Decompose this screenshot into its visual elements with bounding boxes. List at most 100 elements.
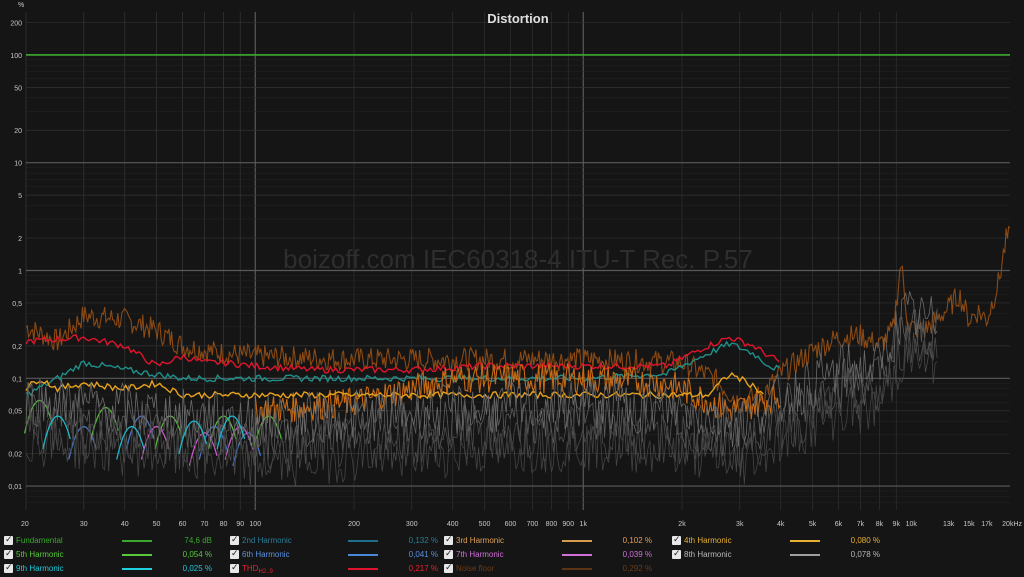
y-tick-label: 0,5 [12, 301, 22, 308]
legend-swatch [122, 568, 152, 570]
x-tick-label: 3k [736, 521, 744, 528]
x-tick-label: 100 [249, 521, 261, 528]
legend-label: 7th Harmonic [456, 550, 504, 559]
legend-checkbox[interactable] [444, 561, 453, 574]
legend-value: 0,039 % [622, 550, 652, 559]
x-tick-label: 80 [220, 521, 228, 528]
legend-swatch [562, 568, 592, 570]
legend-value: 0,041 % [408, 550, 438, 559]
legend-value: 0,292 % [622, 564, 652, 573]
legend-swatch [348, 568, 378, 570]
legend-label: 6th Harmonic [242, 550, 290, 559]
x-tick-label: 500 [479, 521, 491, 528]
legend-swatch [790, 540, 820, 542]
legend-swatch [790, 554, 820, 556]
legend-item-6th-harmonic[interactable]: 6th Harmonic 0,041 % [230, 547, 450, 561]
legend-label: 9th Harmonic [16, 564, 64, 573]
x-tick-label: 5k [809, 521, 817, 528]
y-tick-label: 50 [14, 85, 22, 92]
legend-checkbox[interactable] [444, 533, 453, 546]
y-tick-label: 100 [10, 53, 22, 60]
x-tick-label: 7k [857, 521, 865, 528]
legend-checkbox[interactable] [4, 547, 13, 560]
y-tick-label: 10 [14, 161, 22, 168]
legend-checkbox[interactable] [4, 533, 13, 546]
y-tick-label: 200 [10, 20, 22, 27]
y-tick-label: 0,05 [8, 409, 22, 416]
legend-value: 0,132 % [408, 536, 438, 545]
legend-item-9th-harmonic[interactable]: 9th Harmonic 0,025 % [4, 561, 224, 575]
x-tick-label: 17k [981, 521, 993, 528]
x-tick-label: 6k [835, 521, 843, 528]
legend-item-noise-floor[interactable]: Noise floor 0,292 % [444, 561, 664, 575]
x-tick-label: 9k [893, 521, 901, 528]
legend-value: 0,080 % [850, 536, 880, 545]
chart-title: Distortion [487, 11, 548, 26]
x-tick-label: 8k [876, 521, 884, 528]
legend-item-4th-harmonic[interactable]: 4th Harmonic 0,080 % [672, 533, 892, 547]
y-tick-label: 0,02 [8, 452, 22, 459]
legend-label: 8th Harmonic [684, 550, 732, 559]
legend-label-subscript: H2..9 [258, 569, 273, 575]
x-tick-label: 700 [527, 521, 539, 528]
legend-value: 0,078 % [850, 550, 880, 559]
legend-label: 2nd Harmonic [242, 536, 292, 545]
legend-swatch [348, 540, 378, 542]
y-tick-label: 0,2 [12, 344, 22, 351]
x-tick-label: 1k [580, 521, 588, 528]
y-tick-label: 20 [14, 128, 22, 135]
y-tick-label: 0,01 [8, 484, 22, 491]
legend-label: 4th Harmonic [684, 536, 732, 545]
legend-swatch [562, 540, 592, 542]
y-tick-label: 0,1 [12, 376, 22, 383]
legend-value: 74,6 dB [184, 536, 212, 545]
legend-checkbox[interactable] [672, 547, 681, 560]
x-tick-label: 300 [406, 521, 418, 528]
x-tick-label: 900 [562, 521, 574, 528]
x-tick-label: 40 [121, 521, 129, 528]
legend-checkbox[interactable] [672, 533, 681, 546]
legend-value: 0,054 % [182, 550, 212, 559]
legend-checkbox[interactable] [4, 561, 13, 574]
legend-value: 0,217 % [408, 564, 438, 573]
legend-value: 0,025 % [182, 564, 212, 573]
x-tick-label: 70 [201, 521, 209, 528]
watermark: boizoff.com IEC60318-4 ITU-T Rec. P.57 [283, 244, 753, 274]
legend-item-8th-harmonic[interactable]: 8th Harmonic 0,078 % [672, 547, 892, 561]
x-tick-label: 15k [963, 521, 975, 528]
x-tick-label: 60 [179, 521, 187, 528]
distortion-chart: 200 100 50 20 10 5 2 1 0,5 0,2 0,1 0,05 0,02 0,01 20 3… [0, 0, 1024, 577]
legend-item-2nd-harmonic[interactable]: 2nd Harmonic 0,132 % [230, 533, 450, 547]
x-tick-label: 2k [678, 521, 686, 528]
legend-checkbox[interactable] [230, 561, 239, 574]
x-tick-label: 800 [546, 521, 558, 528]
y-tick-label: 5 [18, 193, 22, 200]
x-tick-label: 400 [447, 521, 459, 528]
legend-swatch [562, 554, 592, 556]
legend-item-3rd-harmonic[interactable]: 3rd Harmonic 0,102 % [444, 533, 664, 547]
x-tick-label: 600 [505, 521, 517, 528]
x-tick-label: 20kHz [1002, 521, 1022, 528]
x-tick-label: 20 [21, 521, 29, 528]
x-tick-label: 13k [943, 521, 955, 528]
x-tick-label: 4k [777, 521, 785, 528]
legend-swatch [122, 554, 152, 556]
legend-checkbox[interactable] [230, 547, 239, 560]
y-axis-unit: % [18, 2, 24, 9]
legend-checkbox[interactable] [444, 547, 453, 560]
legend: Fundamental 74,6 dB 2nd Harmonic 0,132 % 3rd… [0, 530, 1024, 577]
legend-item-5th-harmonic[interactable]: 5th Harmonic 0,054 % [4, 547, 224, 561]
x-tick-label: 30 [80, 521, 88, 528]
legend-item-thd[interactable]: THDH2..9 0,217 % [230, 561, 450, 575]
legend-swatch [122, 540, 152, 542]
legend-item-7th-harmonic[interactable]: 7th Harmonic 0,039 % [444, 547, 664, 561]
legend-checkbox[interactable] [230, 533, 239, 546]
y-tick-label: 2 [18, 236, 22, 243]
legend-item-fundamental[interactable]: Fundamental 74,6 dB [4, 533, 224, 547]
legend-label: Fundamental [16, 536, 63, 545]
legend-label: Noise floor [456, 564, 495, 573]
x-tick-label: 50 [153, 521, 161, 528]
y-tick-label: 1 [18, 268, 22, 275]
legend-label: THDH2..9 [242, 564, 273, 575]
legend-swatch [348, 554, 378, 556]
